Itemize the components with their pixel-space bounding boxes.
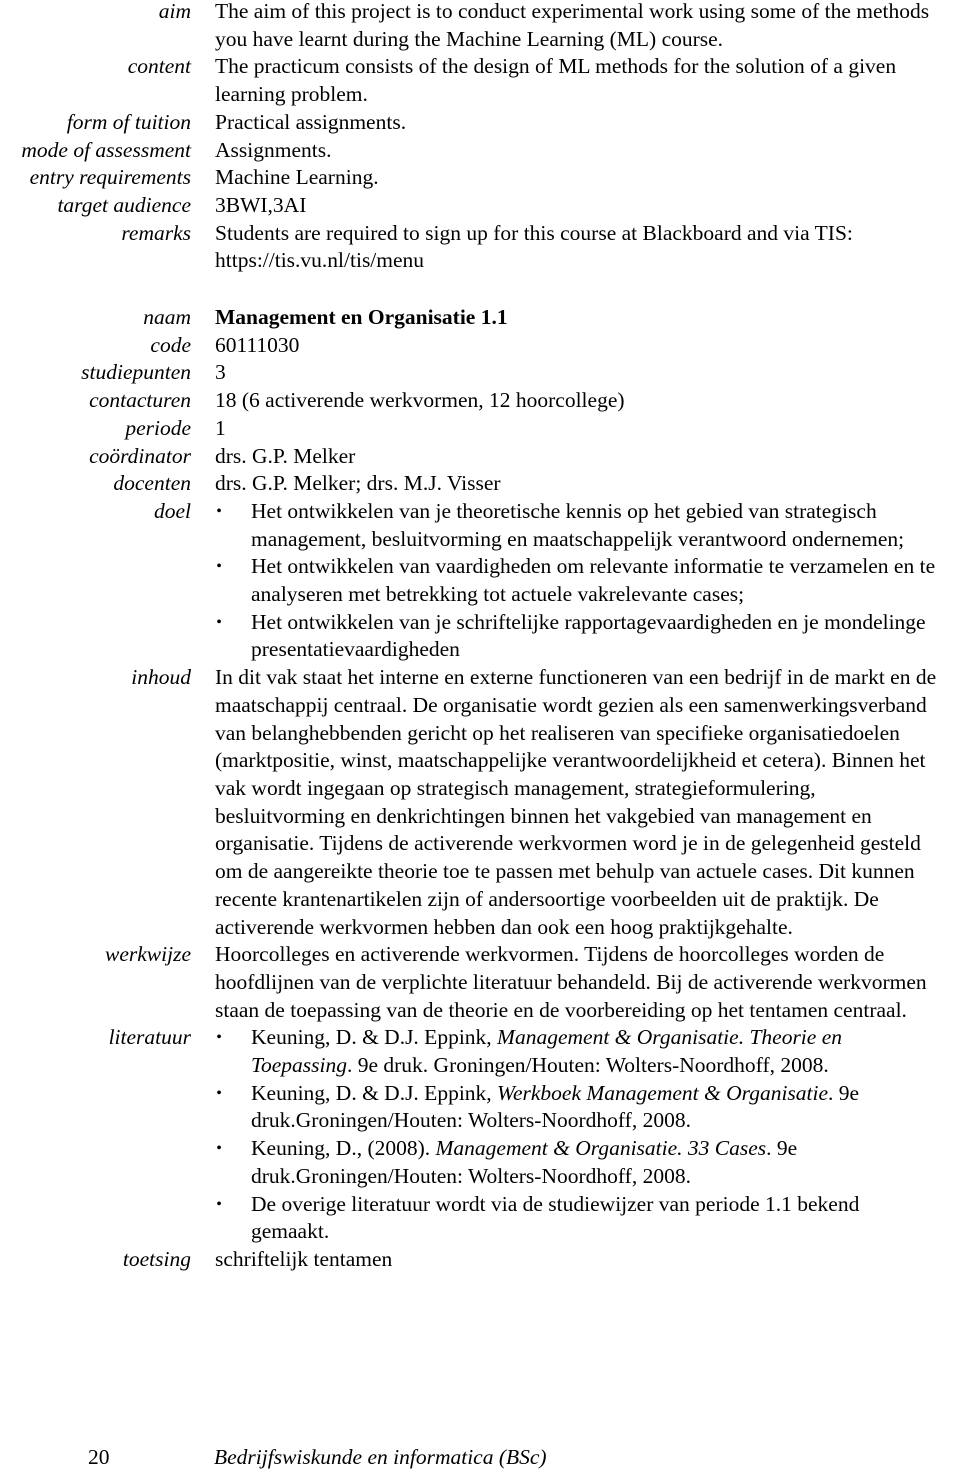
citation-author: Keuning, D. & D.J. Eppink, [251,1080,498,1105]
course-ml-practicum: aim The aim of this project is to conduc… [0,0,960,275]
field-label: mode of assessment [21,137,191,162]
field-label: target audience [57,192,191,217]
field-value: Practical assignments. [215,109,407,134]
footer-title: Bedrijfswiskunde en informatica (BSc) [214,1445,547,1469]
field-target-audience: target audience 3BWI,3AI [0,192,960,220]
doel-list: • Het ontwikkelen van je theoretische ken… [215,498,940,664]
citation-title: Management & Organisatie. 33 Cases [435,1136,767,1161]
bullet-icon: • [216,1029,222,1047]
field-label: content [127,54,191,79]
document-page: aim The aim of this project is to conduc… [0,0,960,1274]
list-item: • Het ontwikkelen van je schriftelijke ra… [215,609,940,664]
field-value: • Keuning, D. & D.J. Eppink, Management &… [215,1024,960,1246]
field-value: schriftelijk tentamen [215,1246,393,1271]
field-value: • Het ontwikkelen van je theoretische ken… [215,498,960,664]
literature-note: De overige literatuur wordt via de studi… [251,1191,860,1244]
field-content: content The practicum consists of the de… [0,53,960,108]
field-label: toetsing [122,1246,191,1271]
citation-author: Keuning, D. & D.J. Eppink, [251,1025,498,1050]
bullet-icon: • [216,502,222,520]
field-value: drs. G.P. Melker; drs. M.J. Visser [215,471,501,496]
citation-title: Werkboek Management & Organisatie [497,1080,829,1105]
field-value: 3 [215,360,226,385]
field-werkwijze: werkwijze Hoorcolleges en activerende we… [0,941,960,1024]
field-label: werkwijze [105,942,191,967]
literature-item: • Keuning, D. & D.J. Eppink, Werkboek Man… [215,1080,940,1135]
field-label: inhoud [131,665,191,690]
field-label: remarks [121,220,191,245]
field-value: Machine Learning. [215,165,379,190]
field-value: In dit vak staat het interne en externe … [215,665,937,939]
list-item: • Het ontwikkelen van je theoretische ken… [215,498,940,553]
list-item-text: Het ontwikkelen van vaardigheden om rele… [251,554,936,607]
field-value: Students are required to sign up for thi… [215,220,853,273]
field-label: entry requirements [29,165,191,190]
field-value: The practicum consists of the design of … [215,54,897,107]
bullet-icon: • [216,1195,222,1213]
literature-item: • Keuning, D. & D.J. Eppink, Management &… [215,1024,940,1079]
field-docenten: docenten drs. G.P. Melker; drs. M.J. Vis… [0,470,960,498]
field-label: studiepunten [81,360,191,385]
field-label: form of tuition [66,109,191,134]
course-management-organisatie: naam Management en Organisatie 1.1 code … [0,304,960,1274]
field-form-of-tuition: form of tuition Practical assignments. [0,109,960,137]
course-title: Management en Organisatie 1.1 [215,305,508,330]
field-naam: naam Management en Organisatie 1.1 [0,304,960,332]
field-literatuur: literatuur • Keuning, D. & D.J. Eppink, M… [0,1024,960,1246]
field-label: naam [143,305,191,330]
field-coordinator: coördinator drs. G.P. Melker [0,443,960,471]
list-item: • Het ontwikkelen van vaardigheden om rel… [215,553,940,608]
page-number: 20 [88,1445,110,1469]
field-studiepunten: studiepunten 3 [0,359,960,387]
field-value: 18 (6 activerende werkvormen, 12 hoorcol… [215,388,625,413]
bullet-icon: • [216,1140,222,1158]
field-value: Hoorcolleges en activerende werkvormen. … [215,942,927,1022]
field-periode: periode 1 [0,415,960,443]
literature-item: • De overige literatuur wordt via de stud… [215,1191,940,1246]
field-label: docenten [113,471,191,496]
field-contacturen: contacturen 18 (6 activerende werkvormen… [0,387,960,415]
field-remarks: remarks Students are required to sign up… [0,220,960,275]
field-entry-requirements: entry requirements Machine Learning. [0,164,960,192]
field-inhoud: inhoud In dit vak staat het interne en e… [0,664,960,941]
field-aim: aim The aim of this project is to conduc… [0,0,960,53]
list-item-text: Het ontwikkelen van je theoretische kenn… [251,498,905,551]
page-footer: 20 Bedrijfswiskunde en informatica (BSc) [0,1444,960,1472]
list-item-text: Het ontwikkelen van je schriftelijke rap… [251,609,926,662]
field-toetsing: toetsing schriftelijk tentamen [0,1246,960,1274]
literature-item: • Keuning, D., (2008). Management & Organ… [215,1135,940,1190]
citation-author: Keuning, D., (2008). [251,1136,436,1161]
field-doel: doel • Het ontwikkelen van je theoretisch… [0,498,960,664]
field-label: literatuur [108,1025,191,1050]
field-value: drs. G.P. Melker [215,443,356,468]
field-code: code 60111030 [0,332,960,360]
field-value: 60111030 [215,332,300,357]
field-label: code [150,332,191,357]
bullet-icon: • [216,1084,222,1102]
field-value: 3BWI,3AI [215,192,307,217]
field-label: coördinator [89,443,191,468]
field-label: periode [125,415,191,440]
field-mode-of-assessment: mode of assessment Assignments. [0,137,960,165]
bullet-icon: • [216,558,222,576]
field-value: 1 [215,415,226,440]
field-label: contacturen [89,388,191,413]
literatuur-list: • Keuning, D. & D.J. Eppink, Management &… [215,1024,940,1246]
citation-publisher: . 9e druk. Groningen/Houten: Wolters-Noo… [346,1053,829,1078]
field-value: Assignments. [215,137,332,162]
field-label: aim [158,0,191,23]
field-label: doel [153,498,191,523]
bullet-icon: • [216,613,222,631]
field-value: The aim of this project is to conduct ex… [215,0,930,51]
